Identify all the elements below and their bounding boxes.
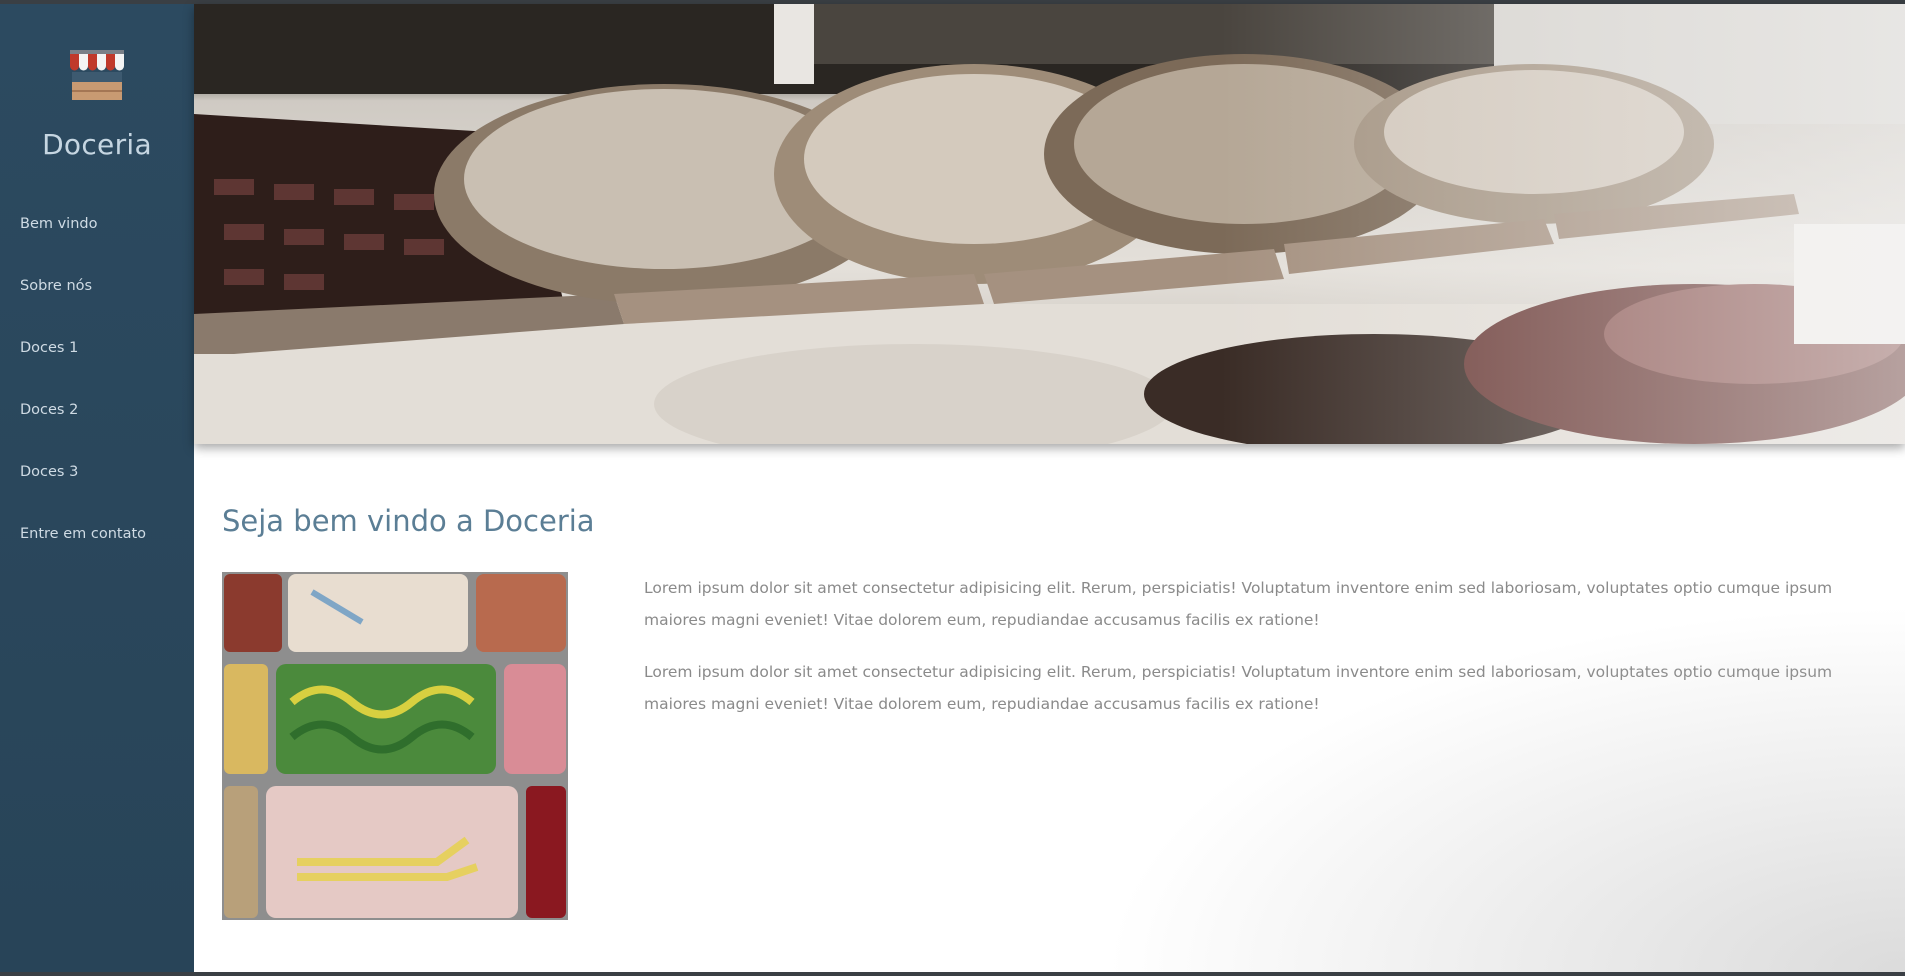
hero-banner-image (194, 4, 1905, 444)
hero-overlay (194, 4, 1905, 444)
paragraph: Lorem ipsum dolor sit amet consectetur a… (644, 579, 1833, 629)
nav-item-bem-vindo[interactable]: Bem vindo (20, 216, 146, 278)
nav-item-sobre-nos[interactable]: Sobre nós (20, 278, 146, 340)
page: Doceria Bem vindo Sobre nós Doces 1 Doce… (0, 4, 1905, 972)
page-title: Seja bem vindo a Doceria (222, 504, 595, 538)
brand-name[interactable]: Doceria (0, 128, 194, 161)
nav-item-doces-1[interactable]: Doces 1 (20, 340, 146, 402)
intro-text: Lorem ipsum dolor sit amet consectetur a… (644, 572, 1850, 740)
candy-display-image (222, 572, 568, 920)
paragraph: Lorem ipsum dolor sit amet consectetur a… (644, 663, 1833, 713)
nav-item-doces-2[interactable]: Doces 2 (20, 402, 146, 464)
nav-item-doces-3[interactable]: Doces 3 (20, 464, 146, 526)
shop-awning-icon[interactable] (66, 42, 128, 104)
sidebar: Doceria Bem vindo Sobre nós Doces 1 Doce… (0, 4, 194, 972)
nav-menu: Bem vindo Sobre nós Doces 1 Doces 2 Doce… (20, 216, 146, 588)
nav-item-contato[interactable]: Entre em contato (20, 526, 146, 588)
